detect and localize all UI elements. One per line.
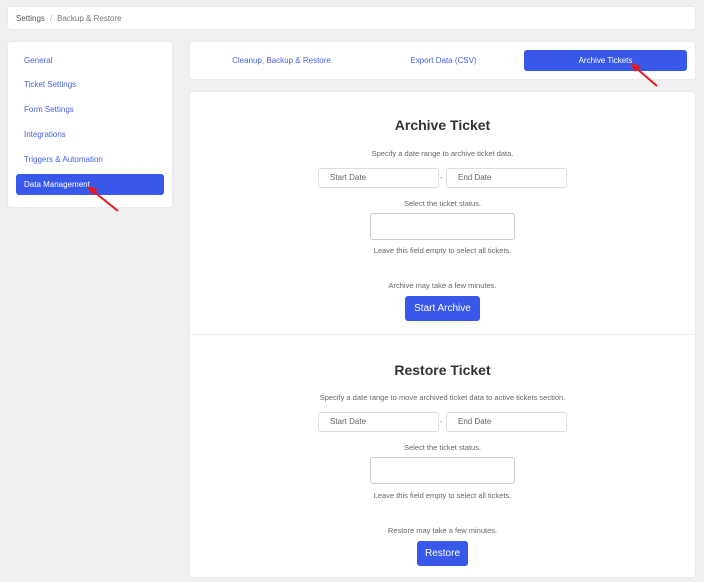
breadcrumb-settings[interactable]: Settings <box>16 14 45 23</box>
archive-title: Archive Ticket <box>394 117 491 133</box>
settings-sidebar: General Ticket Settings Form Settings In… <box>8 42 172 207</box>
archive-end-date-input[interactable]: End Date <box>446 168 567 188</box>
restore-status-select[interactable] <box>370 457 515 484</box>
sidebar-item-general[interactable]: General <box>16 50 164 71</box>
tab-export-data[interactable]: Export Data (CSV) <box>362 50 525 71</box>
restore-status-label: Select the ticket status. <box>403 443 482 452</box>
restore-title: Restore Ticket <box>394 362 491 378</box>
breadcrumb-separator: / <box>49 13 53 23</box>
range-separator: - <box>440 417 443 426</box>
tab-bar: Cleanup, Backup & Restore Export Data (C… <box>190 42 695 79</box>
breadcrumb-current: Backup & Restore <box>57 13 122 23</box>
archive-start-date-input[interactable]: Start Date <box>318 168 439 188</box>
breadcrumb: Settings / Backup & Restore <box>8 7 695 29</box>
restore-description: Specify a date range to move archived ti… <box>319 393 566 402</box>
tab-cleanup-backup-restore[interactable]: Cleanup, Backup & Restore <box>200 50 363 71</box>
tab-archive-tickets[interactable]: Archive Tickets <box>524 50 687 71</box>
archive-panel: Archive Ticket Specify a date range to a… <box>190 92 695 577</box>
section-divider <box>190 334 695 335</box>
sidebar-item-data-management[interactable]: Data Management <box>16 174 164 195</box>
archive-description: Specify a date range to archive ticket d… <box>371 149 514 158</box>
start-archive-button[interactable]: Start Archive <box>405 296 480 321</box>
restore-status-hint: Leave this field empty to select all tic… <box>373 491 512 500</box>
range-separator: - <box>440 173 443 182</box>
sidebar-item-integrations[interactable]: Integrations <box>16 124 164 145</box>
restore-button[interactable]: Restore <box>417 541 468 566</box>
archive-note: Archive may take a few minutes. <box>388 281 497 290</box>
restore-end-date-input[interactable]: End Date <box>446 412 567 432</box>
sidebar-item-triggers-automation[interactable]: Triggers & Automation <box>16 149 164 170</box>
restore-start-date-input[interactable]: Start Date <box>318 412 439 432</box>
sidebar-item-form-settings[interactable]: Form Settings <box>16 99 164 120</box>
restore-note: Restore may take a few minutes. <box>387 526 498 535</box>
archive-status-hint: Leave this field empty to select all tic… <box>373 246 512 255</box>
sidebar-item-ticket-settings[interactable]: Ticket Settings <box>16 74 164 95</box>
archive-status-label: Select the ticket status. <box>403 199 482 208</box>
archive-status-select[interactable] <box>370 213 515 240</box>
